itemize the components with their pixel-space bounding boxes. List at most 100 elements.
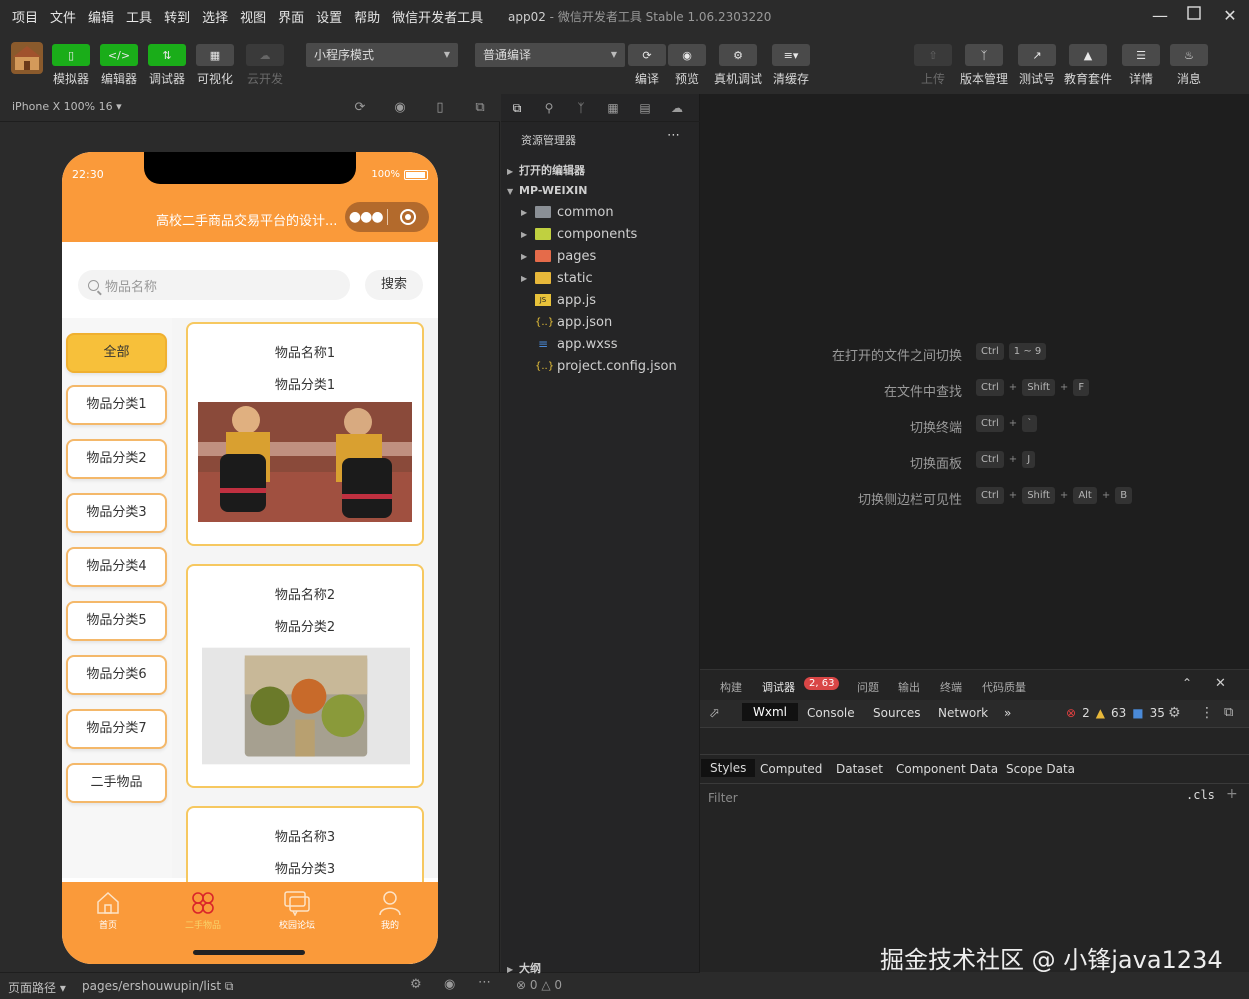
- popout-icon[interactable]: ⧉: [472, 100, 488, 116]
- tab-build[interactable]: 构建: [720, 679, 742, 695]
- problems-summary[interactable]: ⊗ 0 △ 0: [516, 978, 562, 992]
- phone-icon[interactable]: ▯: [432, 100, 448, 116]
- rotate-icon[interactable]: ⟳: [352, 100, 368, 116]
- menu-view[interactable]: 视图: [234, 7, 272, 26]
- preview-button[interactable]: ◉ 预览: [668, 44, 706, 87]
- issue-counts[interactable]: ⊗ 2 ▲ 63 ■ 35: [1066, 706, 1165, 720]
- kebab-icon[interactable]: ⋮: [1200, 705, 1214, 721]
- category-item[interactable]: 物品分类6: [66, 655, 167, 695]
- category-item[interactable]: 物品分类4: [66, 547, 167, 587]
- category-item[interactable]: 物品分类1: [66, 385, 167, 425]
- category-item[interactable]: 物品分类3: [66, 493, 167, 533]
- dock-icon[interactable]: ⧉: [1224, 705, 1233, 720]
- more-icon[interactable]: ⋯: [478, 975, 491, 990]
- tab-scope-data[interactable]: Scope Data: [1006, 762, 1075, 776]
- more-icon[interactable]: ●●●: [345, 209, 387, 225]
- menu-settings[interactable]: 设置: [310, 7, 348, 26]
- tab-terminal[interactable]: 终端: [940, 679, 962, 695]
- cloud-button[interactable]: ☁ 云开发: [246, 44, 284, 87]
- tab-problems[interactable]: 问题: [857, 679, 879, 695]
- record-icon[interactable]: ◉: [392, 100, 408, 116]
- tab-styles[interactable]: Styles: [701, 759, 756, 777]
- tab-console[interactable]: Console: [807, 706, 855, 720]
- tab-network[interactable]: Network: [938, 706, 988, 720]
- outline-section[interactable]: ▶ 大纲: [507, 960, 541, 976]
- tab-forum[interactable]: 校园论坛: [267, 888, 327, 931]
- file-project-config[interactable]: {..} project.config.json: [521, 355, 677, 377]
- close-mini-program-icon[interactable]: [387, 209, 429, 225]
- copy-icon[interactable]: ⧉: [225, 979, 234, 993]
- file-app-js[interactable]: JS app.js: [521, 289, 596, 311]
- details-button[interactable]: ☰ 详情: [1122, 44, 1160, 87]
- menu-tools[interactable]: 工具: [120, 7, 158, 26]
- tab-sources[interactable]: Sources: [873, 706, 920, 720]
- menu-interface[interactable]: 界面: [272, 7, 310, 26]
- minimize-icon[interactable]: —: [1148, 4, 1172, 28]
- avatar[interactable]: [11, 42, 43, 74]
- category-item[interactable]: 二手物品: [66, 763, 167, 803]
- debugger-toggle[interactable]: ⇅ 调试器: [148, 44, 186, 87]
- tab-code-quality[interactable]: 代码质量: [982, 679, 1026, 695]
- tab-mine[interactable]: 我的: [360, 888, 420, 931]
- category-item[interactable]: 物品分类2: [66, 439, 167, 479]
- eye-icon[interactable]: ◉: [444, 977, 455, 992]
- gear-icon[interactable]: ⚙: [1168, 705, 1181, 721]
- folder-static[interactable]: ▶ static: [521, 267, 593, 289]
- bug-icon[interactable]: ⚙: [410, 977, 422, 992]
- cloud-icon[interactable]: ☁: [669, 100, 685, 116]
- compile-button[interactable]: ⟳ 编译: [628, 44, 666, 87]
- open-editors-section[interactable]: ▶ 打开的编辑器: [507, 162, 585, 178]
- menu-help[interactable]: 帮助: [348, 7, 386, 26]
- clear-cache-button[interactable]: ≡▾ 清缓存: [772, 44, 810, 87]
- menu-project[interactable]: 项目: [6, 7, 44, 26]
- cls-toggle[interactable]: .cls: [1186, 788, 1215, 802]
- visual-toggle[interactable]: ▦ 可视化: [196, 44, 234, 87]
- add-rule-icon[interactable]: +: [1226, 786, 1238, 802]
- filter-input[interactable]: Filter: [708, 791, 738, 805]
- files-icon[interactable]: ⧉: [509, 100, 525, 116]
- product-card[interactable]: 物品名称2 物品分类2: [186, 564, 424, 788]
- capsule-menu[interactable]: ●●●: [345, 202, 429, 232]
- storage-icon[interactable]: ▤: [637, 100, 653, 116]
- more-icon[interactable]: ⋯: [667, 128, 680, 143]
- device-select[interactable]: iPhone X 100% 16 ▾: [12, 100, 122, 113]
- search-icon[interactable]: ⚲: [541, 100, 557, 116]
- extensions-icon[interactable]: ▦: [605, 100, 621, 116]
- menu-file[interactable]: 文件: [44, 7, 82, 26]
- messages-button[interactable]: ♨ 消息: [1170, 44, 1208, 87]
- inspect-icon[interactable]: ⬀: [709, 706, 720, 721]
- more-tabs-icon[interactable]: »: [1004, 706, 1011, 720]
- project-section[interactable]: ▼ MP-WEIXIN: [507, 184, 587, 197]
- search-input[interactable]: 物品名称: [78, 270, 350, 300]
- tab-computed[interactable]: Computed: [760, 762, 822, 776]
- real-debug-button[interactable]: ⚙ 真机调试: [714, 44, 762, 87]
- menu-goto[interactable]: 转到: [158, 7, 196, 26]
- close-icon[interactable]: ✕: [1218, 4, 1242, 28]
- compile-mode-select[interactable]: 普通编译 ▼: [475, 43, 625, 67]
- category-item[interactable]: 物品分类5: [66, 601, 167, 641]
- folder-components[interactable]: ▶ components: [521, 223, 637, 245]
- folder-common[interactable]: ▶ common: [521, 201, 614, 223]
- tab-wxml[interactable]: Wxml: [742, 703, 798, 721]
- page-path-select[interactable]: 页面路径 ▾: [8, 979, 66, 996]
- editor-toggle[interactable]: </> 编辑器: [100, 44, 138, 87]
- product-card[interactable]: 物品名称1 物品分类1: [186, 322, 424, 546]
- edu-button[interactable]: ▲ 教育套件: [1064, 44, 1112, 87]
- tab-second-hand[interactable]: 二手物品: [173, 888, 233, 931]
- menu-edit[interactable]: 编辑: [82, 7, 120, 26]
- category-all[interactable]: 全部: [66, 333, 167, 373]
- chevron-up-icon[interactable]: ⌃: [1182, 676, 1192, 690]
- version-button[interactable]: ᛉ 版本管理: [960, 44, 1008, 87]
- test-account-button[interactable]: ↗ 测试号: [1018, 44, 1056, 87]
- simulator-toggle[interactable]: ▯ 模拟器: [52, 44, 90, 87]
- close-panel-icon[interactable]: ✕: [1215, 676, 1226, 691]
- search-button[interactable]: 搜索: [365, 270, 423, 300]
- tab-debugger[interactable]: 调试器: [762, 679, 795, 695]
- category-item[interactable]: 物品分类7: [66, 709, 167, 749]
- tab-dataset[interactable]: Dataset: [836, 762, 883, 776]
- tab-output[interactable]: 输出: [898, 679, 920, 695]
- menu-select[interactable]: 选择: [196, 7, 234, 26]
- maximize-icon[interactable]: [1182, 4, 1206, 28]
- menu-wechat-devtools[interactable]: 微信开发者工具: [386, 7, 489, 26]
- upload-button[interactable]: ⇧ 上传: [914, 44, 952, 87]
